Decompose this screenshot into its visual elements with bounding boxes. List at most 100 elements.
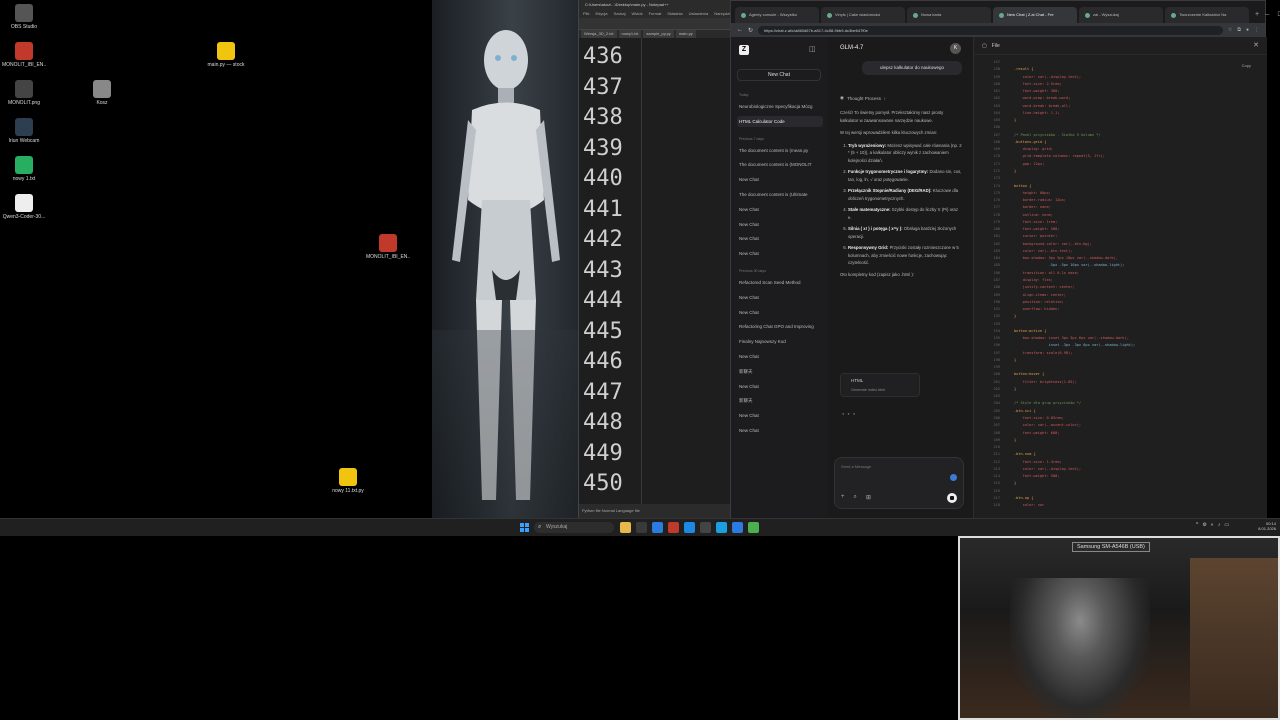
notepad-menu-item[interactable]: Widok <box>631 10 642 18</box>
profile-icon[interactable]: ● <box>1246 27 1249 33</box>
code-viewer-pane: ▢ File ✕ Copy 157 158 .result {159 color: … <box>973 37 1267 519</box>
sidebar-chat-item[interactable]: New Chat <box>737 351 823 362</box>
star-icon[interactable]: ☆ <box>1228 27 1232 33</box>
taskbar-app-icon[interactable] <box>684 522 695 533</box>
notepad-menu-item[interactable]: Edycja <box>595 10 607 18</box>
notepad-menu-item[interactable]: Narzędzia <box>714 10 730 18</box>
notepad-menu-item[interactable]: Format <box>649 10 662 18</box>
code-line-number: 186 <box>993 270 1001 275</box>
attach-icon[interactable]: + <box>841 494 845 501</box>
browser-tab[interactable]: Nowa karta <box>907 7 991 23</box>
reload-icon[interactable]: ↻ <box>748 27 753 34</box>
notepad-menu-item[interactable]: Szukaj <box>613 10 625 18</box>
desktop-icon[interactable]: nowy 11.txt.py <box>326 468 370 494</box>
notepad-toolbar[interactable] <box>579 18 730 30</box>
desktop-icon[interactable]: main.py — stock <box>204 42 248 68</box>
code-line-text: border: none; <box>1014 205 1051 210</box>
tray-icon[interactable]: ♪ <box>1218 522 1221 528</box>
notepad-menu-item[interactable]: Składnia <box>667 10 682 18</box>
tray-icon[interactable]: ▭ <box>1224 522 1229 528</box>
close-icon[interactable]: ✕ <box>1253 41 1259 49</box>
zai-logo[interactable]: Z <box>739 45 749 55</box>
sidebar-chat-item[interactable]: 新聊天 <box>737 366 823 377</box>
send-button[interactable] <box>947 493 957 503</box>
new-chat-button[interactable]: New Chat <box>737 69 821 81</box>
sidebar-chat-item[interactable]: The document content is (MONOLIT <box>737 159 823 170</box>
desktop-icon[interactable]: Kosz <box>80 80 124 106</box>
taskbar-app-icon[interactable] <box>716 522 727 533</box>
code-artifact-card[interactable]: HTML Generate index.html <box>840 373 920 397</box>
browser-tab[interactable]: Agenty console - Wszystko <box>735 7 819 23</box>
notepad-tab[interactable]: sample_py.py <box>643 30 674 38</box>
windows-start-icon[interactable] <box>520 523 529 532</box>
tray-icon[interactable]: ^ <box>1196 522 1198 528</box>
tray-icon[interactable]: ⚙ <box>1202 522 1206 528</box>
sidebar-chat-item[interactable]: Refactored Scan Seed Method <box>737 277 823 288</box>
taskbar-app-icon[interactable] <box>652 522 663 533</box>
sidebar-chat-item[interactable]: New Chat <box>737 410 823 421</box>
desktop-icon[interactable]: Qwen3-Coder-30... <box>2 194 46 220</box>
sidebar-chat-item[interactable]: The document content is (Ultimate <box>737 189 823 200</box>
back-icon[interactable]: ← <box>737 27 743 33</box>
sidebar-toggle-icon[interactable]: ◫ <box>809 45 816 53</box>
avatar[interactable]: K <box>950 43 961 54</box>
desktop-icon[interactable]: nowy 1.txt <box>2 156 46 182</box>
tools-icon[interactable]: ⊞ <box>866 494 871 501</box>
new-tab-button[interactable]: + <box>1251 7 1263 23</box>
sidebar-chat-item[interactable]: 新聊天 <box>737 395 823 406</box>
notepad-window[interactable]: C:\Users\akoz\...\Desktop\main.py - Note… <box>578 0 731 518</box>
notepad-menu-item[interactable]: Ustawienia <box>689 10 709 18</box>
browser-tabs: Agenty console - Wszystko Vinyls | Cake w… <box>735 7 1249 23</box>
sidebar-chat-item[interactable]: New Chat <box>737 174 823 185</box>
sidebar-chat-item[interactable]: New Chat <box>737 292 823 303</box>
sidebar-chat-item[interactable]: New Chat <box>737 219 823 230</box>
sidebar-chat-item[interactable]: New Chat <box>737 233 823 244</box>
notepad-line-numbers: 436 437 438 439 440 441 442 443 444 445 446 447 448 4… <box>583 42 641 500</box>
desktop-icon[interactable]: MONOLIT_IBI_EN... <box>366 234 410 260</box>
notepad-tab[interactable]: Wersja_3D_2.txt <box>581 30 617 38</box>
taskbar-app-icon[interactable] <box>748 522 759 533</box>
clock[interactable]: 00:14 8.01.2026 <box>1252 521 1276 531</box>
taskbar-app-icon[interactable] <box>668 522 679 533</box>
sidebar-chat-item[interactable]: Refactoring Chat GPO and Improving <box>737 321 823 332</box>
sidebar-chat-item[interactable]: New Chat <box>737 381 823 392</box>
sidebar-chat-item[interactable]: Neurobiologiczne Specyfikacja Mózg <box>737 101 823 112</box>
desktop-icon[interactable]: Iriun Webcam <box>2 118 46 144</box>
sidebar-chat-item[interactable]: HTML Calculator Code <box>737 115 823 127</box>
sidebar-chat-item[interactable]: Finalny Najnowszy Kod <box>737 336 823 347</box>
web-search-icon[interactable]: ⌕ <box>854 494 857 501</box>
file-icon <box>15 42 33 60</box>
extensions-icon[interactable]: ⧉ <box>1237 27 1241 33</box>
sidebar-chat-item[interactable]: New Chat <box>737 307 823 318</box>
voice-icon[interactable] <box>950 474 957 481</box>
model-selector[interactable]: GLM-4.7 <box>840 45 863 51</box>
tray-icon[interactable]: ◐ <box>1211 522 1214 528</box>
sidebar-chat-item[interactable]: New Chat <box>737 248 823 259</box>
message-composer[interactable]: Send a Message + ⌕ ⊞ <box>834 457 964 509</box>
browser-tab[interactable]: Vinyls | Cake wiadomości <box>821 7 905 23</box>
taskbar-search[interactable]: Wyszukaj <box>534 522 614 533</box>
thought-process-toggle[interactable]: ◉ Thought Process › <box>840 95 885 101</box>
sidebar-chat-item[interactable]: New Chat <box>737 204 823 215</box>
taskbar-app-icon[interactable] <box>732 522 743 533</box>
url-field[interactable]: https://chat.z.ai/c/a860d67b-a517-4c58-9… <box>758 25 1223 35</box>
sidebar-chat-item[interactable]: New Chat <box>737 425 823 436</box>
taskbar-app-icon[interactable] <box>700 522 711 533</box>
sidebar-chat-item[interactable]: The document content is (mean.py <box>737 145 823 156</box>
browser-tab[interactable]: Tworzczenie Kalkulator Na <box>1165 7 1249 23</box>
notepad-editor[interactable]: 436 437 438 439 440 441 442 443 444 445 446 447 448 4… <box>579 38 731 504</box>
browser-tab[interactable]: zai - Wyszukaj <box>1079 7 1163 23</box>
code-line: 203 <box>980 393 1250 400</box>
taskbar-app-icon[interactable] <box>636 522 647 533</box>
desktop-icon[interactable]: OBS Studio <box>2 4 46 30</box>
taskbar-app-icon[interactable] <box>620 522 631 533</box>
desktop-icon[interactable]: MONOLIT.png <box>2 80 46 106</box>
notepad-tab[interactable]: nowy1.txt <box>618 30 642 38</box>
desktop-icon[interactable]: MONOLIT_IBI_EN... <box>2 42 46 68</box>
minimize-icon[interactable]: ─ <box>1265 7 1269 23</box>
menu-icon[interactable]: ⋮ <box>1254 27 1259 33</box>
notepad-tab[interactable]: main.py <box>675 30 696 38</box>
code-line: 160 font-size: 2.5rem; <box>980 81 1250 88</box>
notepad-menu-item[interactable]: Plik <box>583 10 589 18</box>
browser-tab[interactable]: New Chat | Z.ai Chat - Fre <box>993 7 1077 23</box>
